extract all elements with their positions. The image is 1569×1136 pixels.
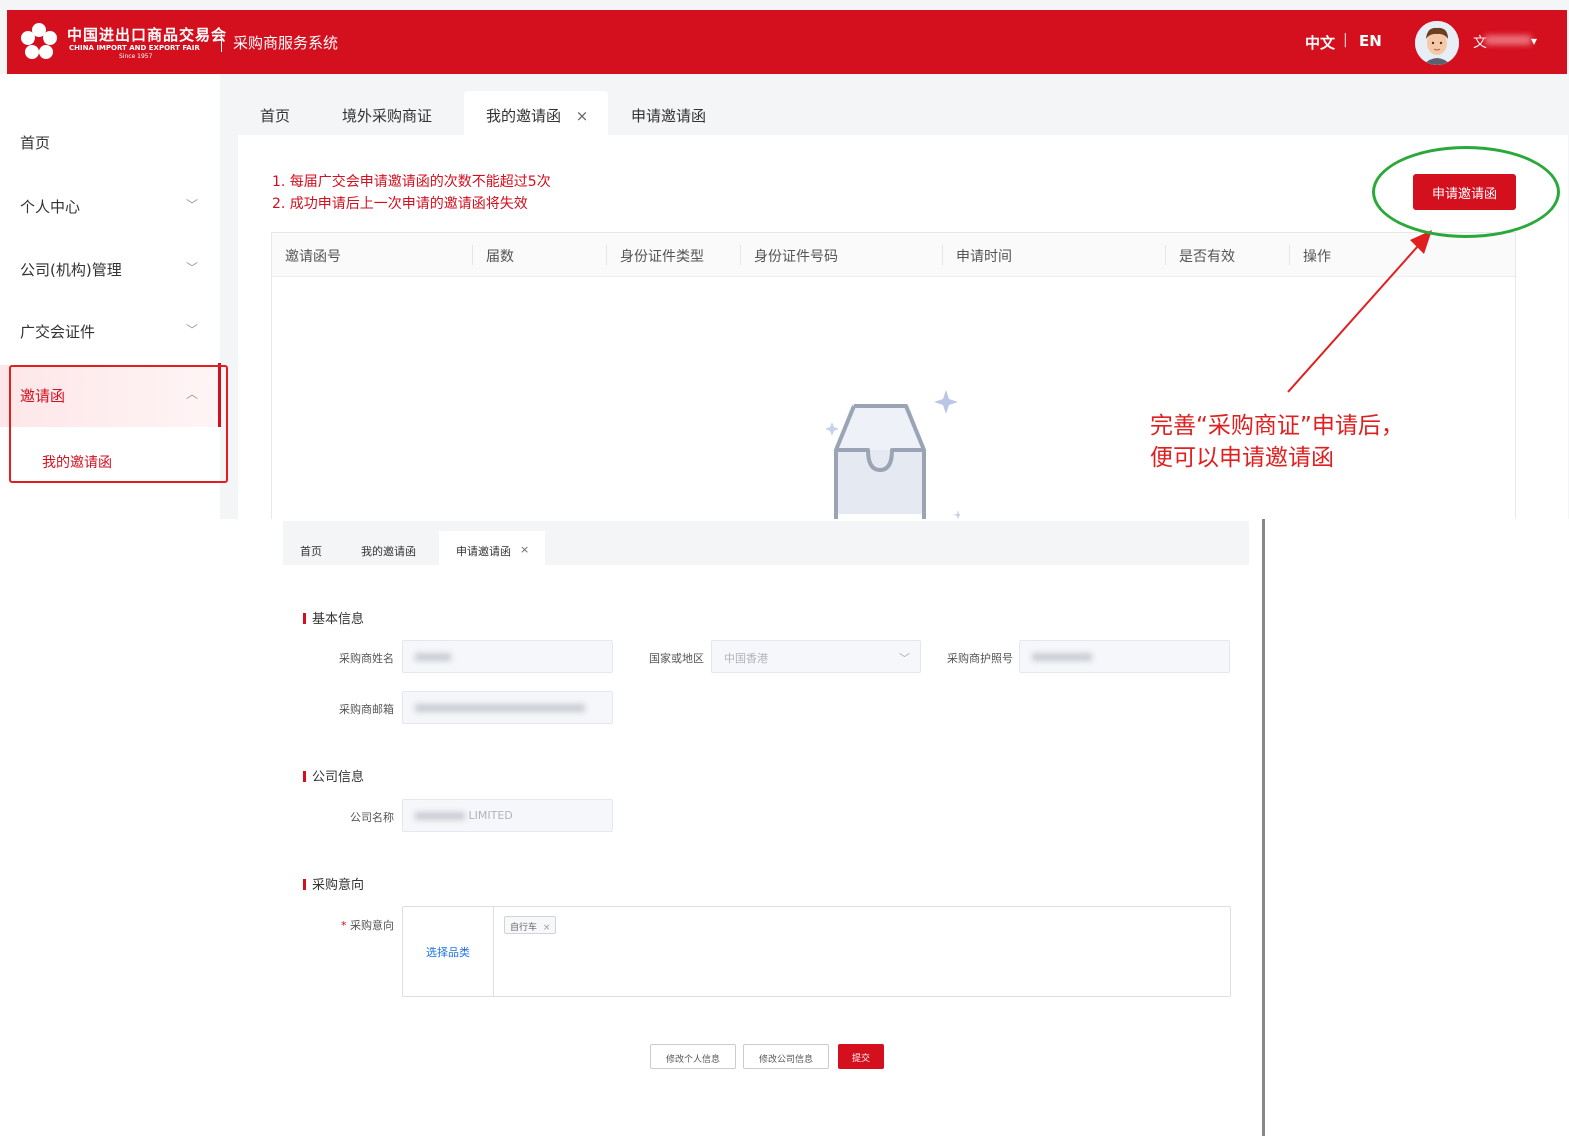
buyer-name-label: 采购商姓名 (339, 652, 394, 665)
column-header: 是否有效 (1179, 249, 1235, 265)
buyer-name-field[interactable] (402, 640, 613, 673)
top-screenshot: 中国进出口商品交易会 CHINA IMPORT AND EXPORT FAIR … (0, 0, 1569, 519)
purchase-intent-label: * 采购意向 (303, 917, 394, 933)
company-name-field[interactable]: LIMITED (402, 799, 613, 832)
logo-chinese-text: 中国进出口商品交易会 (67, 26, 228, 44)
apply-invitation-form-screenshot: 首页 我的邀请函 申请邀请函 × 基本信息 采购商姓名 国家或地区 中国香港 ﹀… (283, 519, 1265, 1136)
submit-button[interactable]: 提交 (838, 1044, 884, 1069)
sidebar-item-personal-center[interactable]: 个人中心 ﹀ (0, 176, 220, 236)
column-header: 操作 (1303, 249, 1331, 265)
tag-close-icon[interactable]: × (543, 923, 551, 933)
tab-home[interactable]: 首页 (260, 91, 290, 135)
country-select[interactable]: 中国香港 ﹀ (711, 640, 921, 673)
form-tabs: 首页 我的邀请函 申请邀请函 × (283, 521, 1249, 565)
column-header: 身份证件类型 (620, 249, 704, 265)
tab-label: 我的邀请函 (486, 107, 562, 125)
tab-my-invitations[interactable]: 我的邀请函 × (464, 91, 608, 135)
inbox-empty-icon (825, 390, 960, 519)
close-icon[interactable]: × (576, 107, 589, 125)
logo-since-text: Since 1957 (119, 53, 153, 60)
section-basic-info: 基本信息 (303, 608, 364, 627)
tab-overseas-buyer-badge[interactable]: 境外采购商证 (342, 91, 432, 135)
section-purchase-intent: 采购意向 (303, 874, 364, 893)
passport-field[interactable] (1019, 640, 1230, 673)
purchase-intent-box: 选择品类 自行车 × (402, 906, 1231, 997)
lang-zh-link[interactable]: 中文 (1305, 32, 1335, 53)
avatar[interactable] (1415, 21, 1459, 65)
screenshot-border (1262, 519, 1265, 1136)
user-name-redacted (1485, 35, 1531, 45)
email-label: 采购商邮箱 (339, 703, 394, 716)
required-mark: * (341, 919, 347, 932)
edit-personal-info-button[interactable]: 修改个人信息 (650, 1044, 736, 1069)
column-divider (1289, 245, 1290, 265)
sidebar-item-fair-credentials[interactable]: 广交会证件 ﹀ (0, 301, 220, 361)
sidebar-item-label: 个人中心 (20, 198, 81, 216)
table-header: 邀请函号 届数 身份证件类型 身份证件号码 申请时间 是否有效 操作 (272, 233, 1515, 277)
user-avatar-icon (1415, 21, 1459, 65)
chevron-down-icon: ﹀ (899, 652, 910, 665)
chevron-down-icon: ﹀ (186, 198, 199, 212)
column-header: 邀请函号 (285, 249, 341, 265)
user-menu-caret-icon[interactable]: ▾ (1531, 34, 1537, 48)
intent-label-text: 采购意向 (350, 919, 394, 932)
app-header: 中国进出口商品交易会 CHINA IMPORT AND EXPORT FAIR … (7, 10, 1567, 74)
column-divider (942, 245, 943, 265)
column-header: 身份证件号码 (754, 249, 838, 265)
edit-company-info-button[interactable]: 修改公司信息 (743, 1044, 829, 1069)
company-name-value: LIMITED (468, 809, 513, 822)
sidebar: 首页 个人中心 ﹀ 公司(机构)管理 ﹀ 广交会证件 ﹀ 邀请函 ︿ 我的邀请函 (0, 74, 228, 519)
company-name-label: 公司名称 (350, 811, 394, 824)
category-tag: 自行车 × (504, 916, 557, 934)
rule-2: 2. 成功申请后上一次申请的邀请函将失效 (272, 196, 528, 212)
rule-1: 1. 每届广交会申请邀请函的次数不能超过5次 (272, 174, 551, 190)
lang-separator: | (1343, 32, 1348, 48)
column-header: 申请时间 (956, 249, 1012, 265)
column-divider (472, 245, 473, 265)
canton-fair-logo-icon (21, 23, 57, 59)
column-header: 届数 (486, 249, 514, 265)
annotation-highlight-box (9, 365, 228, 483)
annotation-line: 完善“采购商证”申请后， (1150, 413, 1404, 439)
chevron-down-icon: ﹀ (186, 323, 199, 337)
sidebar-item-company-management[interactable]: 公司(机构)管理 ﹀ (0, 239, 220, 299)
tab-home[interactable]: 首页 (300, 543, 322, 559)
logo-english-text: CHINA IMPORT AND EXPORT FAIR (69, 44, 200, 52)
passport-label: 采购商护照号 (947, 652, 1013, 665)
sidebar-item-home[interactable]: 首页 (0, 112, 220, 172)
lang-en-link[interactable]: EN (1359, 32, 1382, 50)
close-icon[interactable]: × (520, 543, 529, 556)
tab-apply-invitation[interactable]: 申请邀请函 (631, 91, 706, 135)
header-divider (221, 34, 222, 52)
annotation-text: 完善“采购商证”申请后， 便可以申请邀请函 (1150, 410, 1404, 474)
tab-apply-invitation[interactable]: 申请邀请函 (456, 543, 511, 559)
rules-notice: 1. 每届广交会申请邀请函的次数不能超过5次 2. 成功申请后上一次申请的邀请函… (272, 171, 551, 215)
sidebar-item-label: 公司(机构)管理 (20, 261, 122, 279)
column-divider (606, 245, 607, 265)
annotation-line: 便可以申请邀请函 (1150, 445, 1334, 471)
section-company-info: 公司信息 (303, 766, 364, 785)
select-category-link[interactable]: 选择品类 (426, 944, 470, 960)
column-divider (740, 245, 741, 265)
sidebar-item-label: 首页 (20, 134, 51, 152)
category-picker-cell: 选择品类 (403, 907, 494, 996)
annotation-highlight-ring (1372, 146, 1560, 238)
system-title: 采购商服务系统 (233, 34, 339, 52)
country-value: 中国香港 (724, 652, 768, 665)
tab-my-invitations[interactable]: 我的邀请函 (361, 543, 416, 559)
email-field[interactable] (402, 691, 613, 724)
chevron-down-icon: ﹀ (186, 261, 199, 275)
column-divider (1165, 245, 1166, 265)
country-label: 国家或地区 (649, 652, 704, 665)
tag-label: 自行车 (510, 923, 538, 933)
sidebar-item-label: 广交会证件 (20, 323, 96, 341)
